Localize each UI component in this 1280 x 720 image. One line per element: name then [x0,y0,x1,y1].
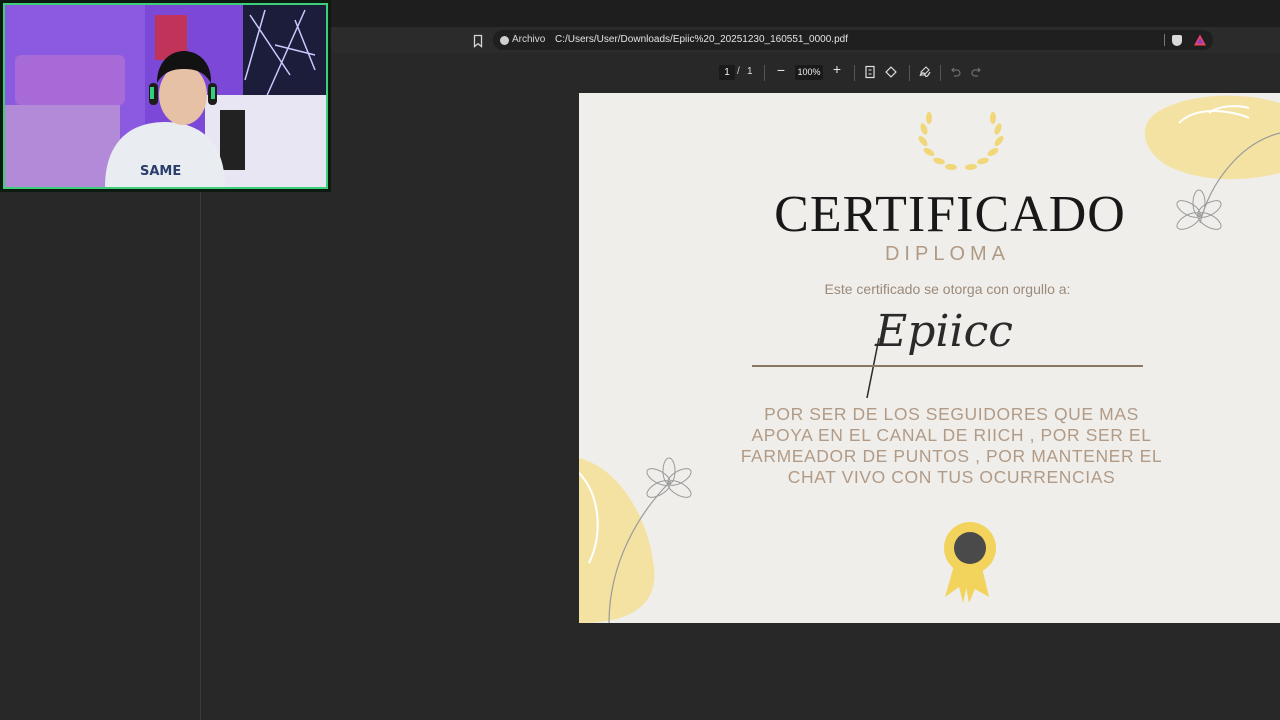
certificate-body-line: CHAT VIVO CON TUS OCURRENCIAS [787,467,1116,487]
rotate-icon[interactable] [884,65,898,79]
brave-shield-icon[interactable] [1172,35,1182,46]
certificate-decorations [579,95,1280,623]
bookmark-icon[interactable] [470,33,486,49]
omnibox-divider [1164,34,1165,46]
fit-page-icon[interactable] [863,65,877,79]
page-number-input[interactable]: 1 [719,65,735,80]
webcam-scene: SAME [5,5,326,187]
toolbar-divider [764,65,765,81]
certificate-body-line: APOYA EN EL CANAL DE RIICH , POR SER EL [751,425,1152,445]
toolbar-divider [909,65,910,81]
page-separator: / [737,66,740,77]
recipient-name: Epiicc [875,306,1013,357]
zoom-level-input[interactable]: 100% [795,65,823,80]
info-icon[interactable] [500,36,509,45]
zoom-in-button[interactable]: + [830,61,844,81]
webcam-overlay: SAME [0,0,331,192]
certificate-body-line: POR SER DE LOS SEGUIDORES QUE MAS [764,404,1139,424]
certificate-body: POR SER DE LOS SEGUIDORES QUE MAS APOYA … [739,404,1164,488]
undo-icon[interactable] [948,65,962,79]
site-info-label[interactable]: Archivo [512,34,545,45]
pdf-page: CERTIFICADO DIPLOMA Este certificado se … [579,93,1280,623]
certificate-body-line: FARMEADOR DE PUNTOS , POR MANTENER EL [740,446,1163,466]
svg-text:SAME: SAME [140,164,181,179]
annotate-icon[interactable] [918,65,932,79]
redo-icon[interactable] [970,65,984,79]
webcam-video: SAME [3,3,328,189]
certificate-intro: Este certificado se otorga con orgullo a… [824,281,1071,297]
page-count: 1 [747,66,753,77]
signature-line [752,365,1143,367]
toolbar-divider [854,65,855,81]
certificate-title: CERTIFICADO [774,186,1126,243]
zoom-out-button[interactable]: − [774,62,788,82]
brave-rewards-icon[interactable] [1193,33,1207,47]
url-text[interactable]: C:/Users/User/Downloads/Epiic%20_2025123… [555,34,848,45]
toolbar-divider [940,65,941,81]
certificate-subtitle: DIPLOMA [884,243,1011,265]
